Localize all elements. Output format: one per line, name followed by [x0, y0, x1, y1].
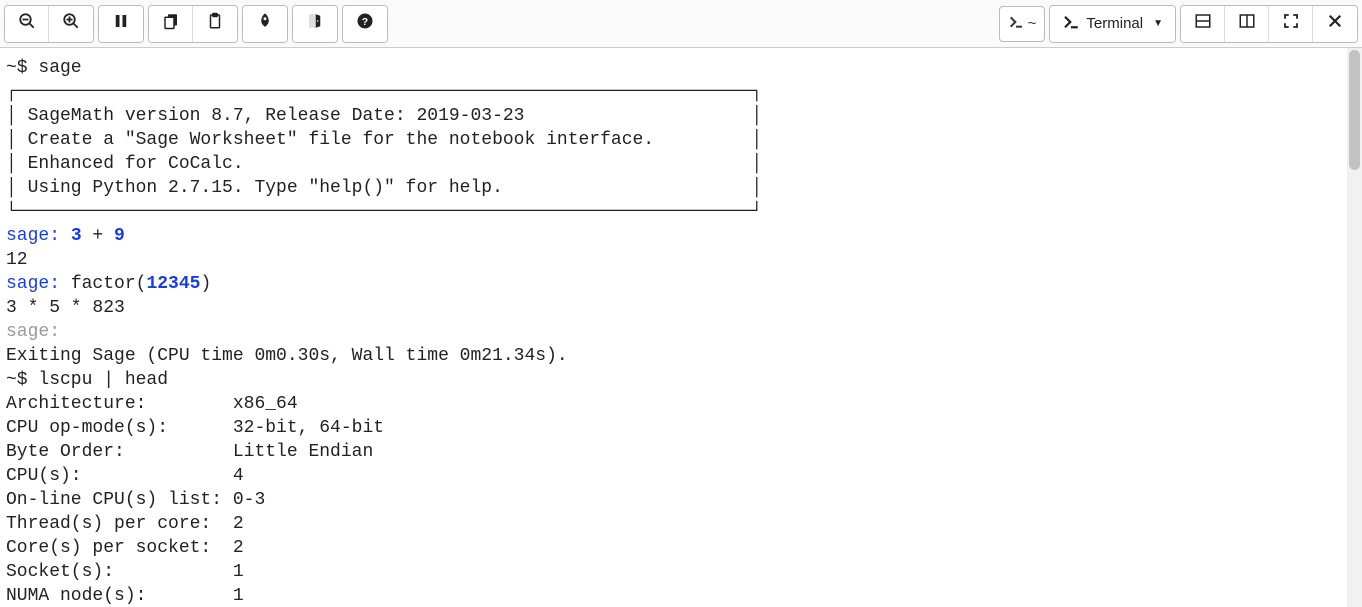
- scrollbar-thumb[interactable]: [1349, 50, 1360, 170]
- layout-group: [1180, 5, 1358, 43]
- split-horizontal-icon: [1194, 12, 1212, 35]
- caret-down-icon: ▼: [1153, 18, 1163, 29]
- terminal-prompt-icon: [1008, 14, 1024, 34]
- pause-icon: [112, 12, 130, 35]
- close-icon: [1326, 12, 1344, 35]
- terminal-output[interactable]: ~$ sage ┌───────────────────────────────…: [0, 48, 1362, 607]
- sage-expr: 9: [114, 226, 125, 246]
- rocket-button[interactable]: [243, 6, 287, 42]
- terminal-path-label: ~: [1028, 15, 1037, 32]
- help-button[interactable]: ?: [343, 6, 387, 42]
- lscpu-line: NUMA node(s): 1: [6, 586, 244, 606]
- lscpu-line: Core(s) per socket: 2: [6, 538, 244, 558]
- zoom-in-button[interactable]: [49, 6, 93, 42]
- body-area: ~$ sage ┌───────────────────────────────…: [0, 48, 1362, 607]
- banner-line: │ Enhanced for CoCalc. │: [6, 154, 762, 174]
- banner-line: │ SageMath version 8.7, Release Date: 20…: [6, 106, 762, 126]
- zoom-out-button[interactable]: [5, 6, 49, 42]
- scrollbar-track[interactable]: [1347, 48, 1362, 607]
- pause-button[interactable]: [99, 6, 143, 42]
- sage-call: factor(: [71, 274, 147, 294]
- lscpu-line: CPU(s): 4: [6, 466, 244, 486]
- shell-command: lscpu | head: [38, 370, 168, 390]
- sage-call: ): [200, 274, 211, 294]
- terminal-dropdown-label: Terminal: [1086, 15, 1143, 32]
- lscpu-line: CPU op-mode(s): 32-bit, 64-bit: [6, 418, 384, 438]
- zoom-group: [4, 5, 94, 43]
- copy-icon: [162, 12, 180, 35]
- sage-expr: +: [82, 226, 114, 246]
- help-icon: ?: [356, 12, 374, 35]
- lscpu-line: Architecture: x86_64: [6, 394, 298, 414]
- sage-result: 3 * 5 * 823: [6, 298, 125, 318]
- split-vertical-icon: [1238, 12, 1256, 35]
- terminal-icon: [1062, 13, 1080, 35]
- terminal-viewport[interactable]: ~$ sage ┌───────────────────────────────…: [0, 48, 1362, 607]
- door-exit-icon: [306, 12, 324, 35]
- shell-command: sage: [38, 58, 81, 78]
- fullscreen-button[interactable]: [1269, 6, 1313, 42]
- sage-number: 12345: [146, 274, 200, 294]
- sage-prompt: sage:: [6, 274, 71, 294]
- fullscreen-icon: [1282, 12, 1300, 35]
- zoom-out-icon: [18, 12, 36, 35]
- lscpu-line: Thread(s) per core: 2: [6, 514, 244, 534]
- editor-toolbar: ? ~ Terminal ▼: [0, 0, 1362, 48]
- lscpu-line: On-line CPU(s) list: 0-3: [6, 490, 265, 510]
- close-button[interactable]: [1313, 6, 1357, 42]
- sage-exit-line: Exiting Sage (CPU time 0m0.30s, Wall tim…: [6, 346, 568, 366]
- layout-split-v-button[interactable]: [1225, 6, 1269, 42]
- banner-line: │ Create a "Sage Worksheet" file for the…: [6, 130, 762, 150]
- lscpu-line: Socket(s): 1: [6, 562, 244, 582]
- banner-line: │ Using Python 2.7.15. Type "help()" for…: [6, 178, 762, 198]
- exit-door-button[interactable]: [293, 6, 337, 42]
- terminal-path-indicator[interactable]: ~: [999, 6, 1046, 42]
- paste-icon: [206, 12, 224, 35]
- shell-prompt: ~$: [6, 370, 38, 390]
- sage-expr: 3: [71, 226, 82, 246]
- copy-button[interactable]: [149, 6, 193, 42]
- shell-prompt: ~$: [6, 58, 38, 78]
- clipboard-group: [148, 5, 238, 43]
- zoom-in-icon: [62, 12, 80, 35]
- paste-button[interactable]: [193, 6, 237, 42]
- rocket-icon: [256, 12, 274, 35]
- terminal-type-dropdown[interactable]: Terminal ▼: [1050, 6, 1175, 42]
- banner-box-top: ┌───────────────────────────────────────…: [6, 82, 762, 102]
- banner-box-bottom: └───────────────────────────────────────…: [6, 202, 762, 222]
- sage-result: 12: [6, 250, 28, 270]
- sage-prompt: sage:: [6, 226, 71, 246]
- lscpu-line: Byte Order: Little Endian: [6, 442, 373, 462]
- layout-split-h-button[interactable]: [1181, 6, 1225, 42]
- sage-prompt-idle: sage:: [6, 322, 60, 342]
- svg-text:?: ?: [362, 16, 368, 28]
